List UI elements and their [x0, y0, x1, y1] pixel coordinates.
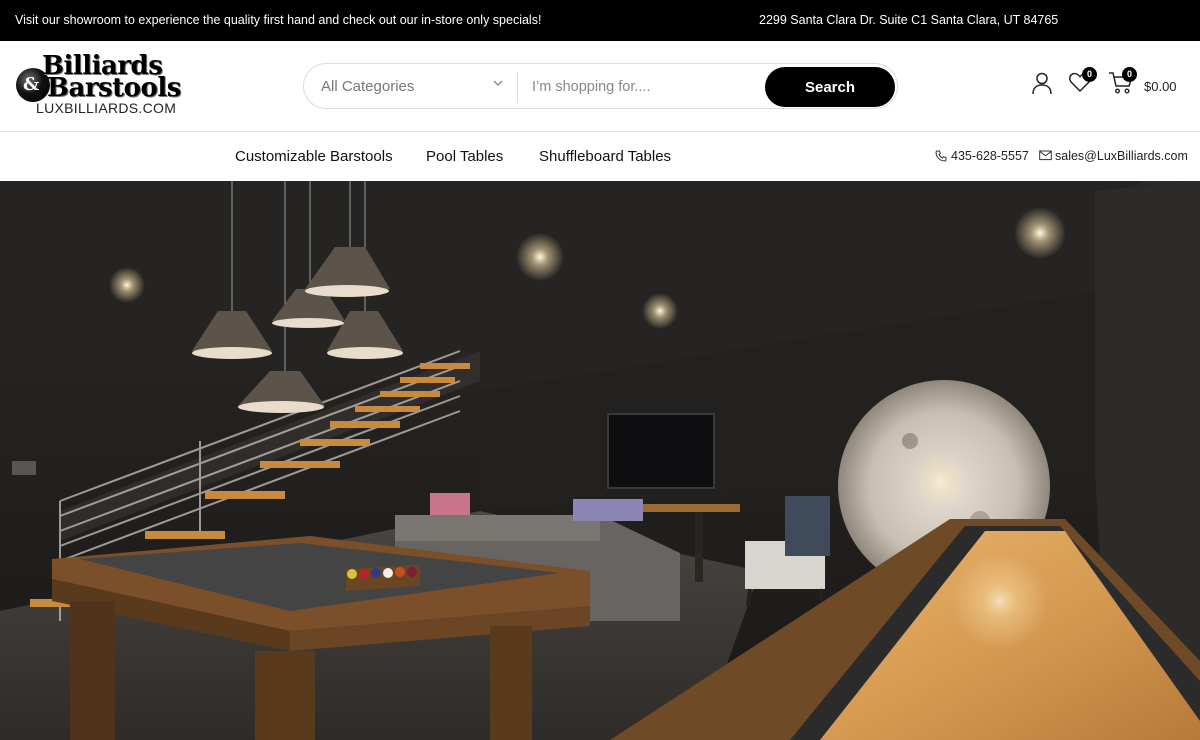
wishlist-button[interactable]: 0 — [1068, 67, 1097, 95]
chevron-down-icon — [493, 80, 503, 86]
nav-item-pool-tables[interactable]: Pool Tables — [426, 148, 503, 165]
header-actions: 0 0 $0.00 — [1030, 67, 1190, 107]
hero-banner[interactable] — [0, 181, 1200, 740]
phone-link[interactable]: 435-628-5557 — [935, 149, 1029, 163]
site-logo[interactable]: & Billiards Barstools LUXBILLIARDS.COM — [14, 53, 196, 119]
cart-count-badge: 0 — [1122, 67, 1137, 82]
nav-item-shuffleboard-tables[interactable]: Shuffleboard Tables — [539, 148, 671, 165]
search-divider — [517, 72, 518, 102]
store-address: 2299 Santa Clara Dr. Suite C1 Santa Clar… — [759, 13, 1059, 27]
logo-line-2: Barstools — [47, 73, 181, 103]
site-header: & Billiards Barstools LUXBILLIARDS.COM A… — [0, 41, 1200, 132]
wishlist-count-badge: 0 — [1082, 67, 1097, 82]
email-address: sales@LuxBilliards.com — [1055, 149, 1188, 163]
envelope-icon — [1039, 150, 1052, 161]
cart-total[interactable]: $0.00 — [1144, 79, 1177, 94]
category-select[interactable]: All Categories — [321, 78, 414, 95]
user-icon — [1032, 72, 1052, 95]
main-nav: Customizable Barstools Pool Tables Shuff… — [0, 132, 1200, 181]
cart-button[interactable]: 0 — [1108, 67, 1137, 95]
logo-site-name: LUXBILLIARDS.COM — [36, 100, 177, 116]
announcement-bar: Visit our showroom to experience the qua… — [0, 0, 1200, 41]
search-input[interactable] — [530, 74, 760, 100]
search-button[interactable]: Search — [765, 67, 895, 107]
email-link[interactable]: sales@LuxBilliards.com — [1039, 149, 1188, 163]
nav-item-customizable-barstools[interactable]: Customizable Barstools — [235, 148, 393, 165]
game-room-image — [0, 181, 1200, 740]
account-button[interactable] — [1030, 67, 1056, 95]
logo-ampersand: & — [23, 74, 40, 95]
phone-icon — [935, 150, 947, 162]
search-bar: All Categories Search — [303, 63, 898, 109]
phone-number: 435-628-5557 — [951, 149, 1029, 163]
promo-text: Visit our showroom to experience the qua… — [15, 13, 542, 27]
